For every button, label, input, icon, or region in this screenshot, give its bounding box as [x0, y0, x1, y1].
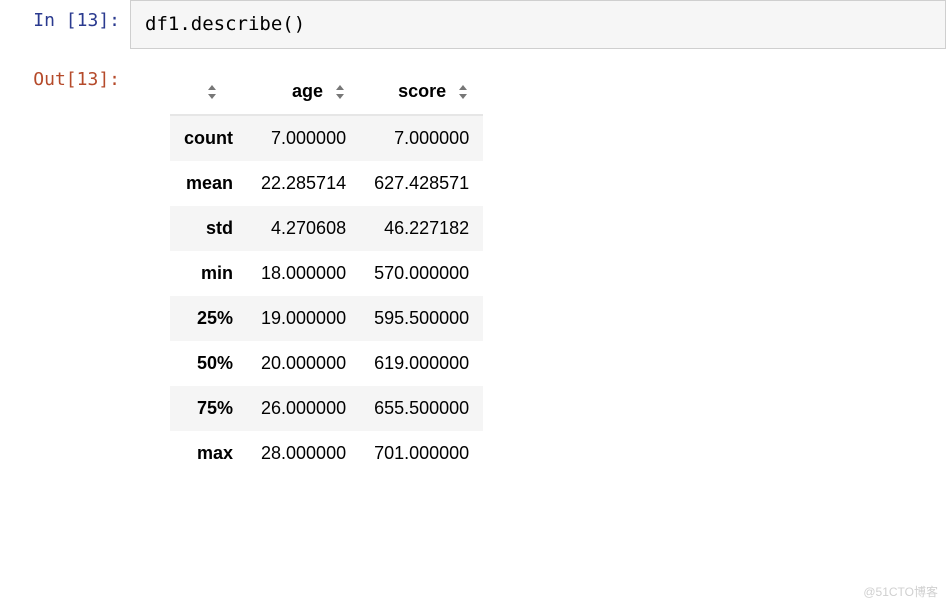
row-label: min [170, 251, 247, 296]
row-label: max [170, 431, 247, 476]
cell-score: 701.000000 [360, 431, 483, 476]
header-age[interactable]: age [247, 69, 360, 115]
row-label: count [170, 115, 247, 161]
cell-age: 4.270608 [247, 206, 360, 251]
watermark: @51CTO博客 [863, 583, 938, 600]
code-object: df1 [145, 13, 179, 35]
sort-icon[interactable] [457, 84, 469, 100]
row-label: 75% [170, 386, 247, 431]
table-row: max 28.000000 701.000000 [170, 431, 483, 476]
cell-age: 28.000000 [247, 431, 360, 476]
header-age-label: age [292, 81, 323, 101]
header-score[interactable]: score [360, 69, 483, 115]
code-close-paren: ) [294, 13, 305, 35]
cell-age: 19.000000 [247, 296, 360, 341]
header-index[interactable] [170, 69, 247, 115]
table-row: std 4.270608 46.227182 [170, 206, 483, 251]
cell-score: 595.500000 [360, 296, 483, 341]
cell-score: 655.500000 [360, 386, 483, 431]
table-row: count 7.000000 7.000000 [170, 115, 483, 161]
sort-icon[interactable] [206, 84, 218, 100]
input-prompt: In [13]: [0, 0, 130, 33]
output-area: age score [130, 59, 946, 476]
row-label: 25% [170, 296, 247, 341]
table-row: 75% 26.000000 655.500000 [170, 386, 483, 431]
sort-icon[interactable] [334, 84, 346, 100]
input-cell: In [13]: df1.describe() [0, 0, 946, 49]
table-header-row: age score [170, 69, 483, 115]
cell-score: 7.000000 [360, 115, 483, 161]
cell-age: 26.000000 [247, 386, 360, 431]
code-dot: . [179, 13, 190, 35]
cell-score: 627.428571 [360, 161, 483, 206]
row-label: 50% [170, 341, 247, 386]
header-score-label: score [398, 81, 446, 101]
output-prompt: Out[13]: [0, 59, 130, 92]
table-row: mean 22.285714 627.428571 [170, 161, 483, 206]
row-label: std [170, 206, 247, 251]
cell-age: 22.285714 [247, 161, 360, 206]
cell-score: 570.000000 [360, 251, 483, 296]
cell-age: 7.000000 [247, 115, 360, 161]
cell-age: 20.000000 [247, 341, 360, 386]
table-row: min 18.000000 570.000000 [170, 251, 483, 296]
cell-score: 46.227182 [360, 206, 483, 251]
row-label: mean [170, 161, 247, 206]
code-method: describe [191, 13, 283, 35]
table-row: 50% 20.000000 619.000000 [170, 341, 483, 386]
code-open-paren: ( [282, 13, 293, 35]
output-cell: Out[13]: age [0, 59, 946, 476]
describe-table: age score [170, 69, 483, 476]
code-input[interactable]: df1.describe() [130, 0, 946, 49]
cell-score: 619.000000 [360, 341, 483, 386]
table-row: 25% 19.000000 595.500000 [170, 296, 483, 341]
cell-age: 18.000000 [247, 251, 360, 296]
